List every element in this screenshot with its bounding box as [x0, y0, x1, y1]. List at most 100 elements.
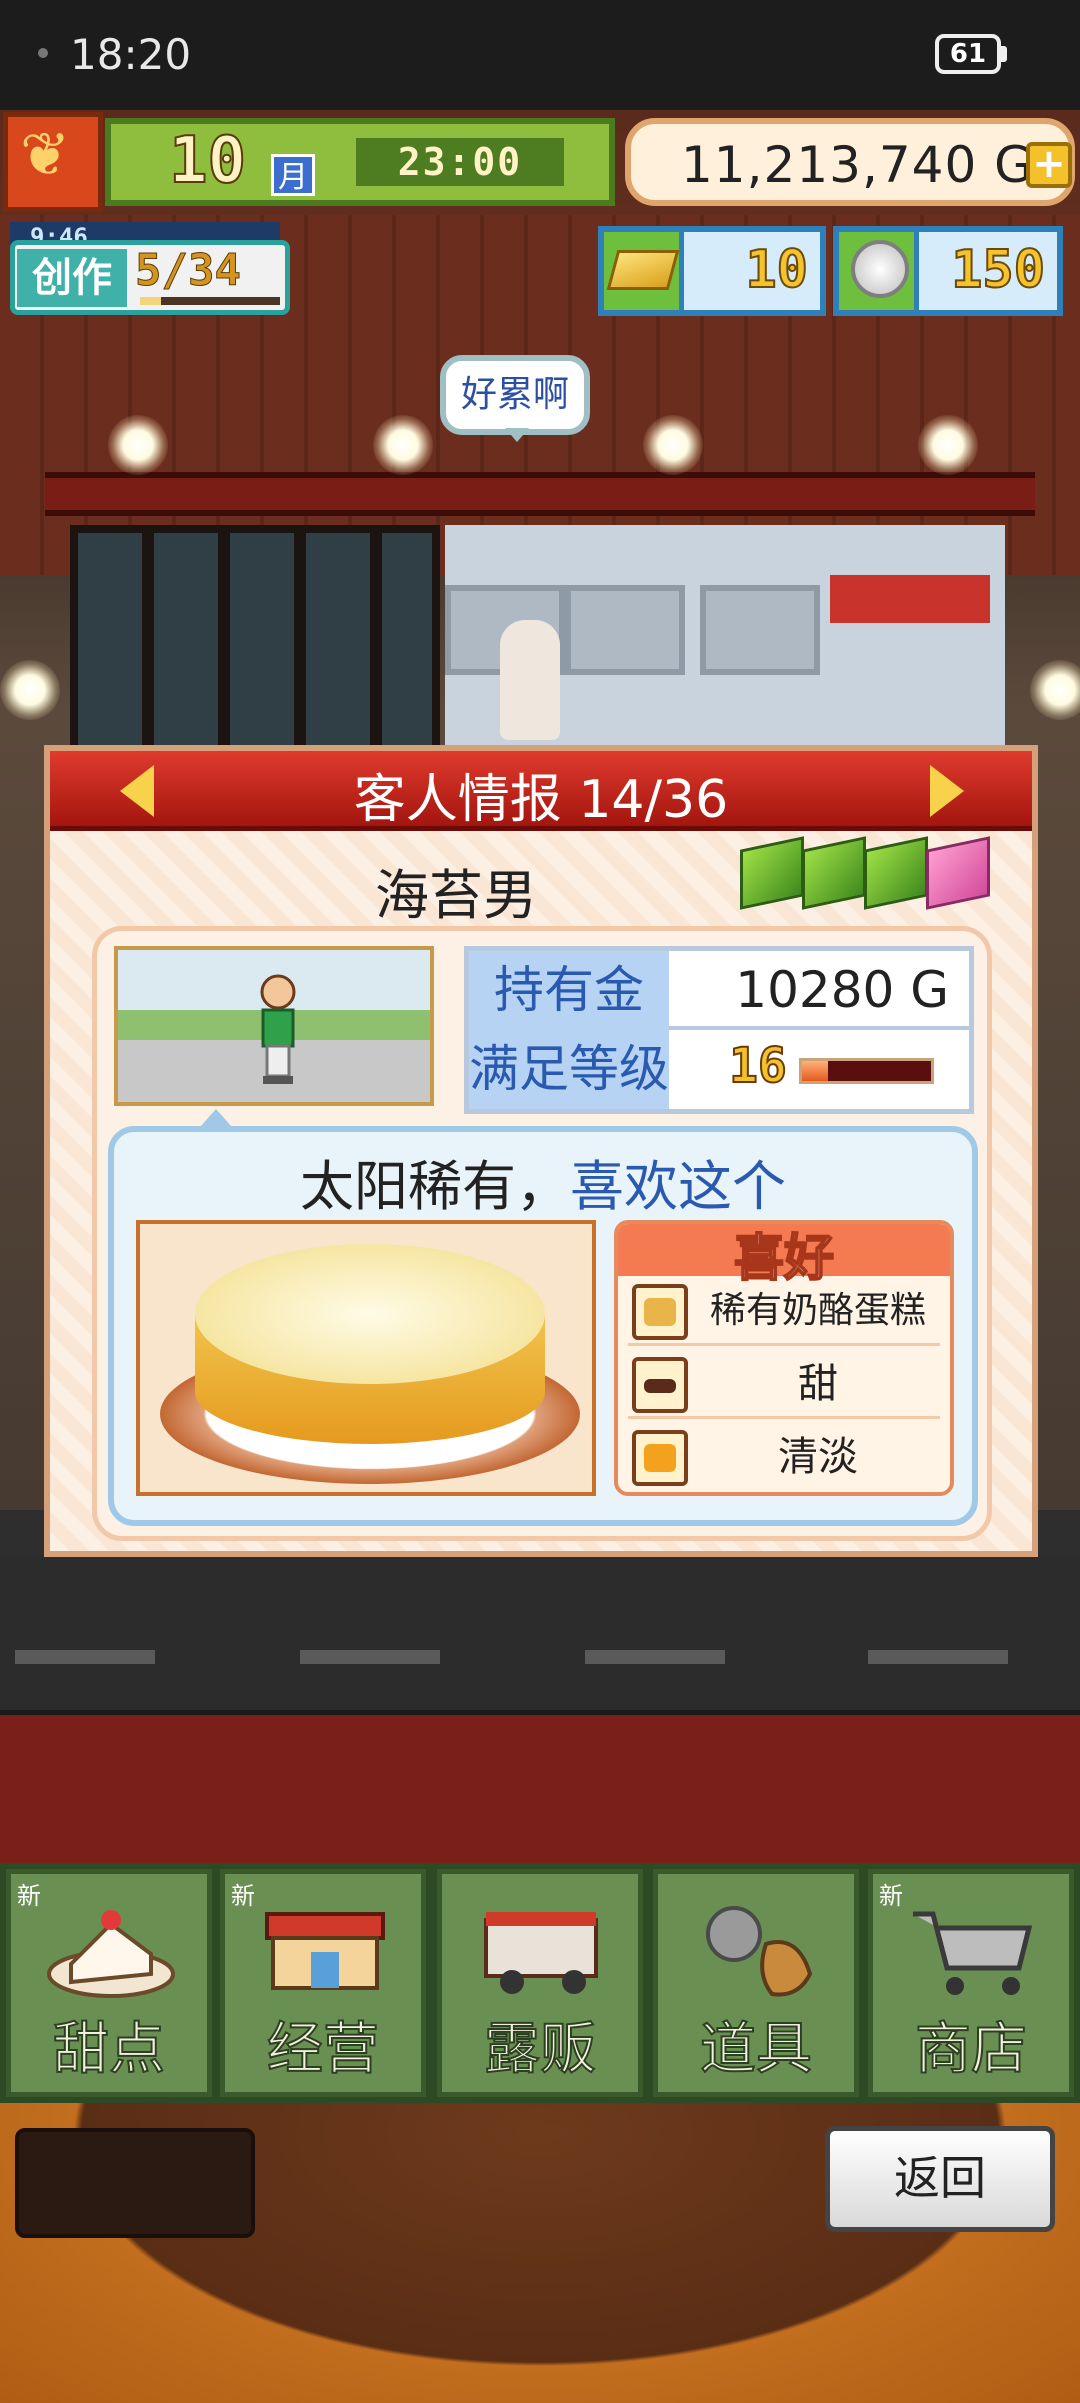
menu-manage-button[interactable]: 新 经营 — [220, 1869, 426, 2097]
back-button[interactable]: 返回 — [825, 2126, 1055, 2232]
game-clock: 23:00 — [356, 138, 564, 186]
lamp-icon — [373, 415, 433, 475]
gift-rating — [740, 836, 1010, 913]
lamp-icon — [918, 415, 978, 475]
menu-label: 商店 — [914, 2016, 1028, 2083]
cake-icon — [47, 1910, 175, 1998]
create-progress-fill — [140, 297, 161, 305]
like-item-label: 清淡 — [778, 1434, 858, 1480]
road-marking — [300, 1650, 440, 1664]
season-badge[interactable]: ❦ — [3, 112, 103, 212]
stat-row-level: 满足等级 16 — [469, 1030, 969, 1109]
medal-panel[interactable]: 150 — [833, 226, 1063, 316]
light-flavor-icon — [632, 1430, 688, 1486]
menu-dessert-button[interactable]: 新 甜点 — [6, 1869, 212, 2097]
money-amount: 11,213,740 G — [681, 136, 1034, 194]
preference-text-a: 太阳稀有， — [300, 1155, 570, 1218]
road-marking — [868, 1650, 1008, 1664]
level-label: 满足等级 — [469, 1030, 669, 1109]
likes-box: 喜好 稀有奶酪蛋糕 甜 清淡 — [614, 1220, 954, 1496]
favorite-item-image — [136, 1220, 596, 1496]
like-item: 稀有奶酪蛋糕 — [628, 1276, 940, 1346]
menu-stall-button[interactable]: 露贩 — [437, 1869, 643, 2097]
like-item-label: 甜 — [798, 1361, 838, 1407]
road-marking — [585, 1650, 725, 1664]
menu-label: 甜点 — [52, 2016, 166, 2083]
customer-name: 海苔男 — [375, 864, 537, 927]
level-progress-fill — [802, 1061, 828, 1081]
level-value: 16 — [728, 1038, 788, 1094]
new-badge: 新 — [879, 1882, 903, 1910]
status-time: 18:20 — [70, 30, 192, 79]
lamp-icon — [643, 415, 703, 475]
menu-label: 经营 — [266, 2016, 380, 2083]
new-badge: 新 — [17, 1882, 41, 1910]
main-menu: 新 甜点 新 经营 露贩 道具 新 商店 — [0, 1863, 1080, 2103]
shopping-cart-icon — [913, 1911, 1033, 1995]
cake-icon — [632, 1284, 688, 1340]
month-number: 10 — [168, 123, 247, 199]
battery-icon: 61 — [935, 34, 1001, 74]
create-count: 5/34 — [135, 245, 242, 297]
like-item-label: 稀有奶酪蛋糕 — [709, 1290, 926, 1331]
month-unit: 月 — [271, 154, 315, 196]
chef-character[interactable] — [500, 620, 560, 740]
menu-shop-button[interactable]: 新 商店 — [868, 1869, 1074, 2097]
notification-dot — [38, 48, 48, 58]
date-panel: 10 月 23:00 — [105, 118, 615, 206]
cheesecake-icon — [195, 1244, 545, 1384]
oven-icon — [700, 585, 820, 675]
battery-tip — [1001, 46, 1007, 62]
money-value: 10280 G — [735, 961, 949, 1019]
preference-tail — [200, 1109, 232, 1127]
likes-header: 喜好 — [618, 1224, 950, 1288]
lamp-icon — [108, 415, 168, 475]
speech-bubble-tail — [505, 428, 529, 442]
gift-icon — [864, 836, 928, 910]
like-item: 甜 — [628, 1349, 940, 1419]
preference-text-b: 喜欢这个 — [570, 1155, 786, 1218]
gold-bar-icon-bg — [604, 232, 684, 310]
customer-portrait — [114, 946, 434, 1106]
footer-slot — [15, 2128, 255, 2238]
create-progress — [140, 297, 280, 305]
new-badge: 新 — [231, 1882, 255, 1910]
carpet — [0, 1715, 1080, 1863]
maple-leaf-icon: ❦ — [20, 120, 71, 190]
road-marking — [15, 1650, 155, 1664]
create-label: 创作 — [17, 249, 127, 307]
gift-icon — [926, 836, 990, 910]
food-truck-icon — [484, 1912, 598, 1994]
gold-bar-icon — [606, 250, 680, 290]
lamp-icon — [1030, 660, 1080, 720]
like-item: 清淡 — [628, 1422, 940, 1492]
gift-icon — [802, 836, 866, 910]
items-icon — [706, 1906, 813, 1997]
panel-header: 客人情报 14/36 — [50, 751, 1032, 831]
money-panel: 11,213,740 G + — [625, 118, 1075, 206]
shop-awning — [45, 472, 1035, 516]
next-arrow-icon[interactable] — [930, 765, 964, 817]
preference-box: 太阳稀有，喜欢这个 喜好 稀有奶酪蛋糕 甜 清淡 — [108, 1126, 978, 1526]
oven-icon — [565, 585, 685, 675]
menu-items-button[interactable]: 道具 — [653, 1869, 859, 2097]
panel-title: 客人情报 14/36 — [353, 770, 729, 830]
preference-text: 太阳稀有，喜欢这个 — [114, 1142, 972, 1221]
add-money-button[interactable]: + — [1026, 142, 1072, 188]
medal-icon — [851, 240, 909, 298]
shop-icon — [265, 1912, 385, 1990]
status-bar: 18:20 61 — [0, 0, 1080, 110]
customer-stats: 持有金 10280 G 满足等级 16 — [464, 946, 974, 1114]
customer-info-panel: 客人情报 14/36 海苔男 持有金 10280 G 满足等级 16 太阳稀有，… — [44, 745, 1038, 1557]
speech-bubble: 好累啊 — [440, 355, 590, 435]
menu-label: 露贩 — [483, 2016, 597, 2083]
display-shelf — [830, 575, 990, 623]
medal-icon-bg — [839, 232, 919, 310]
gift-icon — [740, 836, 804, 910]
stat-row-money: 持有金 10280 G — [469, 951, 969, 1030]
create-panel[interactable]: 创作 5/34 — [10, 240, 290, 315]
street — [0, 1555, 1080, 1710]
gold-bar-count: 10 — [744, 239, 809, 301]
gold-bar-panel[interactable]: 10 — [598, 226, 826, 316]
medal-count: 150 — [950, 239, 1046, 301]
